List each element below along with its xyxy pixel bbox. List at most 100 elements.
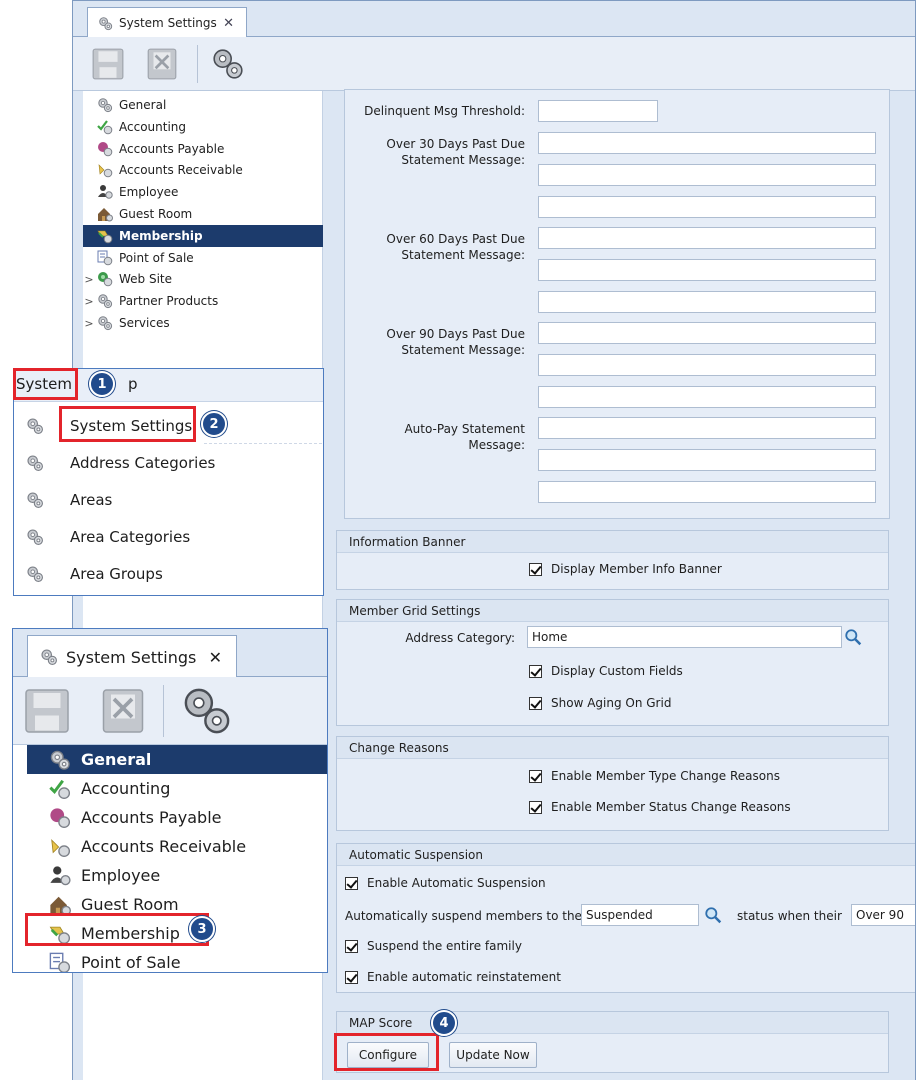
zoom-tree-item-label: Accounting: [81, 779, 171, 798]
menu-help[interactable]: p: [128, 375, 138, 393]
document-tab-strip: System Settings ✕: [73, 1, 915, 38]
menu-item-area-categories[interactable]: Area Categories: [14, 518, 323, 555]
aging-threshold-select[interactable]: Over 90: [851, 904, 915, 926]
zoom-tree-item-label: Employee: [81, 866, 161, 885]
gear-icon: [26, 417, 44, 435]
over60-message-line3[interactable]: [538, 291, 876, 313]
gear-icon: [40, 648, 58, 666]
enable-automatic-suspension-checkbox[interactable]: Enable Automatic Suspension: [345, 876, 546, 890]
zoom-tree-item-general[interactable]: General: [27, 745, 327, 774]
zoom-tree-item-accounts-payable[interactable]: Accounts Payable: [27, 803, 327, 832]
tab-title: System Settings: [119, 16, 217, 30]
zoom-toolbar: [13, 677, 327, 745]
search-icon[interactable]: [844, 628, 862, 646]
save-icon[interactable]: [91, 47, 125, 81]
zoom-tree-item-label: Point of Sale: [81, 953, 181, 972]
accounts-receivable-icon: [97, 162, 113, 178]
expand-arrow-icon[interactable]: >: [83, 295, 95, 308]
gear-icon: [97, 97, 113, 113]
update-now-button[interactable]: Update Now: [449, 1042, 537, 1068]
save-icon[interactable]: [23, 687, 71, 735]
over30-message-line3[interactable]: [538, 196, 876, 218]
close-document-icon[interactable]: [99, 687, 147, 735]
tree-item-accounts-receivable[interactable]: Accounts Receivable: [83, 159, 323, 181]
member-grid-settings-group: Member Grid Settings Address Category: H…: [336, 599, 889, 726]
display-custom-fields-checkbox[interactable]: Display Custom Fields: [529, 664, 683, 678]
search-icon[interactable]: [704, 906, 722, 924]
change-reasons-group: Change Reasons Enable Member Type Change…: [336, 736, 889, 831]
suspend-members-label: Automatically suspend members to the: [345, 909, 582, 923]
tree-item-general[interactable]: General: [83, 94, 323, 116]
over60-message-line2[interactable]: [538, 259, 876, 281]
zoom-tab-system-settings[interactable]: System Settings ✕: [27, 635, 237, 678]
expand-arrow-icon[interactable]: >: [83, 317, 95, 330]
gear-icon: [26, 528, 44, 546]
tree-item-web-site[interactable]: > Web Site: [83, 268, 323, 290]
autopay-message-line3[interactable]: [538, 481, 876, 503]
zoom-tree-item-point-of-sale[interactable]: Point of Sale: [27, 948, 327, 972]
autopay-message-line1[interactable]: [538, 417, 876, 439]
gears-icon[interactable]: [211, 47, 245, 81]
zoom-tab-title: System Settings: [66, 647, 197, 667]
suspend-entire-family-checkbox[interactable]: Suspend the entire family: [345, 939, 522, 953]
enable-member-type-change-reasons-checkbox[interactable]: Enable Member Type Change Reasons: [529, 769, 780, 783]
gear-icon: [98, 16, 113, 31]
menu-item-areas[interactable]: Areas: [14, 481, 323, 518]
display-member-info-banner-checkbox[interactable]: Display Member Info Banner: [529, 562, 722, 576]
show-aging-on-grid-checkbox[interactable]: Show Aging On Grid: [529, 696, 671, 710]
over90-message-line3[interactable]: [538, 386, 876, 408]
tree-item-label: Accounts Payable: [119, 141, 225, 156]
tree-item-label: Accounting: [119, 119, 187, 134]
close-tab-icon[interactable]: ✕: [223, 16, 234, 31]
autopay-message-line2[interactable]: [538, 449, 876, 471]
address-category-input[interactable]: Home: [527, 626, 842, 648]
tree-item-label: Point of Sale: [119, 250, 194, 265]
tree-item-membership[interactable]: Membership: [83, 224, 323, 247]
point-of-sale-icon: [97, 250, 113, 266]
zoom-tree-item-label: Accounts Payable: [81, 808, 222, 827]
employee-icon: [97, 184, 113, 200]
gears-icon[interactable]: [181, 685, 233, 737]
accounts-payable-icon: [97, 141, 113, 157]
over60-message-line1[interactable]: [538, 227, 876, 249]
step-badge-1: 1: [89, 371, 115, 397]
tree-item-services[interactable]: > Services: [83, 312, 323, 334]
over60-label: Over 60 Days Past Due Statement Message:: [386, 232, 525, 262]
status-when-label: status when their: [737, 909, 842, 923]
change-reasons-header: Change Reasons: [337, 737, 888, 759]
over30-message-line1[interactable]: [538, 132, 876, 154]
menu-item-area-groups[interactable]: Area Groups: [14, 555, 323, 592]
close-tab-icon[interactable]: ✕: [209, 648, 222, 667]
zoom-tree-item-employee[interactable]: Employee: [27, 861, 327, 890]
tree-item-label: General: [119, 98, 167, 112]
delinquent-threshold-input[interactable]: [538, 100, 658, 122]
tree-item-guest-room[interactable]: Guest Room: [83, 203, 323, 225]
enable-member-status-change-reasons-checkbox[interactable]: Enable Member Status Change Reasons: [529, 800, 791, 814]
gear-icon: [26, 565, 44, 583]
suspension-status-input[interactable]: Suspended: [581, 904, 699, 926]
over90-message-line1[interactable]: [538, 322, 876, 344]
tree-item-accounts-payable[interactable]: Accounts Payable: [83, 138, 323, 160]
delinquent-threshold-label: Delinquent Msg Threshold:: [364, 104, 525, 118]
employee-icon: [49, 865, 71, 887]
tree-item-point-of-sale[interactable]: Point of Sale: [83, 247, 323, 269]
web-site-icon: [97, 271, 113, 287]
tree-item-label: Services: [119, 316, 170, 330]
expand-arrow-icon[interactable]: >: [83, 273, 95, 286]
over90-message-line2[interactable]: [538, 354, 876, 376]
tree-item-accounting[interactable]: Accounting: [83, 116, 323, 138]
tree-item-label: Partner Products: [119, 294, 219, 309]
tab-system-settings[interactable]: System Settings ✕: [87, 7, 247, 38]
menu-item-address-categories[interactable]: Address Categories: [14, 444, 323, 481]
over30-message-line2[interactable]: [538, 164, 876, 186]
enable-automatic-reinstatement-checkbox[interactable]: Enable automatic reinstatement: [345, 970, 561, 984]
tree-item-employee[interactable]: Employee: [83, 181, 323, 203]
zoom-tab-strip: System Settings ✕: [13, 629, 327, 678]
statement-messages-group: Delinquent Msg Threshold: Over 30 Days P…: [344, 89, 890, 519]
zoom-tree-item-accounts-receivable[interactable]: Accounts Receivable: [27, 832, 327, 861]
gear-icon: [49, 749, 71, 771]
zoom-tree-item-label: Accounts Receivable: [81, 837, 247, 856]
close-document-icon[interactable]: [145, 47, 179, 81]
zoom-tree-item-accounting[interactable]: Accounting: [27, 774, 327, 803]
tree-item-partner-products[interactable]: > Partner Products: [83, 290, 323, 312]
